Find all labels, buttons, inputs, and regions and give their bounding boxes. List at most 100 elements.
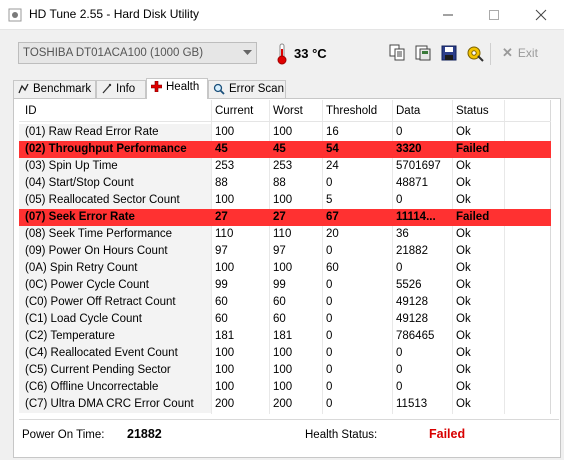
- health-cross-icon: [151, 81, 162, 93]
- cell-id: (05) Reallocated Sector Count: [25, 194, 180, 206]
- drive-select[interactable]: TOSHIBA DT01ACA100 (1000 GB): [18, 42, 257, 64]
- table-row[interactable]: (07) Seek Error Rate 27 27 67 11114... Failed: [19, 209, 551, 226]
- table-row[interactable]: (0A) Spin Retry Count 100 100 60 0 Ok: [19, 260, 551, 277]
- cell-status: Ok: [456, 160, 471, 172]
- cell-current: 100: [215, 347, 235, 359]
- tab-benchmark-label: Benchmark: [33, 83, 92, 95]
- table-row[interactable]: (C5) Current Pending Sector 100 100 0 0 Ok: [19, 362, 551, 379]
- cell-id: (C0) Power Off Retract Count: [25, 296, 176, 308]
- cell-worst: 100: [273, 262, 293, 274]
- cell-status: Ok: [456, 194, 471, 206]
- cell-worst: 45: [273, 143, 286, 155]
- cell-data: 3320: [396, 143, 422, 155]
- cell-worst: 60: [273, 296, 286, 308]
- column-header-id[interactable]: ID: [25, 105, 37, 117]
- cell-threshold: 0: [326, 279, 333, 291]
- table-row[interactable]: (C1) Load Cycle Count 60 60 0 49128 Ok: [19, 311, 551, 328]
- cell-current: 253: [215, 160, 235, 172]
- table-row[interactable]: (0C) Power Cycle Count 99 99 0 5526 Ok: [19, 277, 551, 294]
- cell-threshold: 67: [326, 211, 339, 223]
- cell-id: (09) Power On Hours Count: [25, 245, 168, 257]
- column-header-current[interactable]: Current: [215, 105, 253, 117]
- cell-worst: 253: [273, 160, 293, 172]
- cell-worst: 88: [273, 177, 286, 189]
- power-on-time-value: 21882: [127, 427, 162, 441]
- cell-data: 0: [396, 364, 403, 376]
- cell-status: Failed: [456, 143, 490, 155]
- cell-status: Ok: [456, 347, 471, 359]
- cell-worst: 100: [273, 194, 293, 206]
- column-header-status[interactable]: Status: [456, 105, 489, 117]
- cell-id: (04) Start/Stop Count: [25, 177, 134, 189]
- column-header-threshold[interactable]: Threshold: [326, 105, 377, 117]
- cell-id: (0C) Power Cycle Count: [25, 279, 149, 291]
- tab-health[interactable]: Health: [146, 78, 208, 99]
- table-header: ID Current Worst Threshold Data Status: [19, 100, 551, 122]
- table-row[interactable]: (01) Raw Read Error Rate 100 100 16 0 Ok: [19, 124, 551, 141]
- cell-current: 45: [215, 143, 228, 155]
- cell-threshold: 60: [326, 262, 339, 274]
- cell-id: (C4) Reallocated Event Count: [25, 347, 178, 359]
- minimize-icon: [443, 14, 453, 16]
- tab-info[interactable]: Info: [96, 80, 146, 98]
- exit-button[interactable]: ✕ Exit: [502, 45, 538, 61]
- options-icon[interactable]: [466, 44, 484, 62]
- table-row[interactable]: (05) Reallocated Sector Count 100 100 5 0 Ok: [19, 192, 551, 209]
- app-icon: [8, 8, 22, 22]
- health-status-label: Health Status:: [305, 429, 378, 441]
- smart-table[interactable]: ID Current Worst Threshold Data Status (…: [19, 100, 551, 414]
- table-row[interactable]: (02) Throughput Performance 45 45 54 3320 Fai…: [19, 141, 551, 158]
- column-header-worst[interactable]: Worst: [273, 105, 303, 117]
- cell-status: Ok: [456, 313, 471, 325]
- table-row[interactable]: (09) Power On Hours Count 97 97 0 21882 Ok: [19, 243, 551, 260]
- cell-threshold: 0: [326, 347, 333, 359]
- cell-threshold: 16: [326, 126, 339, 138]
- screenshot-icon[interactable]: [414, 44, 432, 62]
- cell-data: 49128: [396, 296, 428, 308]
- maximize-button[interactable]: [471, 0, 517, 30]
- cell-status: Ok: [456, 381, 471, 393]
- cell-id: (C2) Temperature: [25, 330, 115, 342]
- cell-threshold: 0: [326, 398, 333, 410]
- table-row[interactable]: (08) Seek Time Performance 110 110 20 36 Ok: [19, 226, 551, 243]
- cell-threshold: 5: [326, 194, 333, 206]
- cell-status: Failed: [456, 211, 490, 223]
- save-icon[interactable]: [440, 44, 458, 62]
- table-row[interactable]: (C2) Temperature 181 181 0 786465 Ok: [19, 328, 551, 345]
- cell-status: Ok: [456, 364, 471, 376]
- table-row[interactable]: (C0) Power Off Retract Count 60 60 0 49128 Ok: [19, 294, 551, 311]
- cell-id: (08) Seek Time Performance: [25, 228, 173, 240]
- table-row[interactable]: (C7) Ultra DMA CRC Error Count 200 200 0 115…: [19, 396, 551, 413]
- benchmark-icon: [18, 84, 29, 94]
- cell-worst: 60: [273, 313, 286, 325]
- maximize-icon: [489, 10, 499, 20]
- minimize-button[interactable]: [425, 0, 471, 30]
- copy-icon[interactable]: [388, 44, 406, 62]
- info-icon: [102, 84, 112, 94]
- drive-select-value: TOSHIBA DT01ACA100 (1000 GB): [23, 47, 204, 59]
- cell-worst: 100: [273, 381, 293, 393]
- cell-id: (07) Seek Error Rate: [25, 211, 135, 223]
- table-row[interactable]: (03) Spin Up Time 253 253 24 5701697 Ok: [19, 158, 551, 175]
- health-status-value: Failed: [429, 427, 466, 441]
- footer-divider: [19, 419, 559, 420]
- cell-threshold: 0: [326, 381, 333, 393]
- cell-status: Ok: [456, 330, 471, 342]
- table-row[interactable]: (04) Start/Stop Count 88 88 0 48871 Ok: [19, 175, 551, 192]
- tab-benchmark[interactable]: Benchmark: [13, 80, 96, 98]
- cell-current: 60: [215, 296, 228, 308]
- table-row[interactable]: (C6) Offline Uncorrectable 100 100 0 0 Ok: [19, 379, 551, 396]
- column-header-data[interactable]: Data: [396, 105, 420, 117]
- tab-error-scan-label: Error Scan: [229, 83, 284, 95]
- cell-status: Ok: [456, 177, 471, 189]
- cell-worst: 200: [273, 398, 293, 410]
- cell-id: (02) Throughput Performance: [25, 143, 187, 155]
- tab-error-scan[interactable]: Error Scan: [208, 80, 286, 98]
- close-button[interactable]: [518, 0, 564, 30]
- tab-health-label: Health: [166, 81, 200, 93]
- cell-id: (C5) Current Pending Sector: [25, 364, 171, 376]
- table-row[interactable]: (C4) Reallocated Event Count 100 100 0 0 Ok: [19, 345, 551, 362]
- cell-data: 0: [396, 381, 403, 393]
- close-icon: [535, 9, 547, 21]
- health-panel: ID Current Worst Threshold Data Status (…: [13, 98, 561, 458]
